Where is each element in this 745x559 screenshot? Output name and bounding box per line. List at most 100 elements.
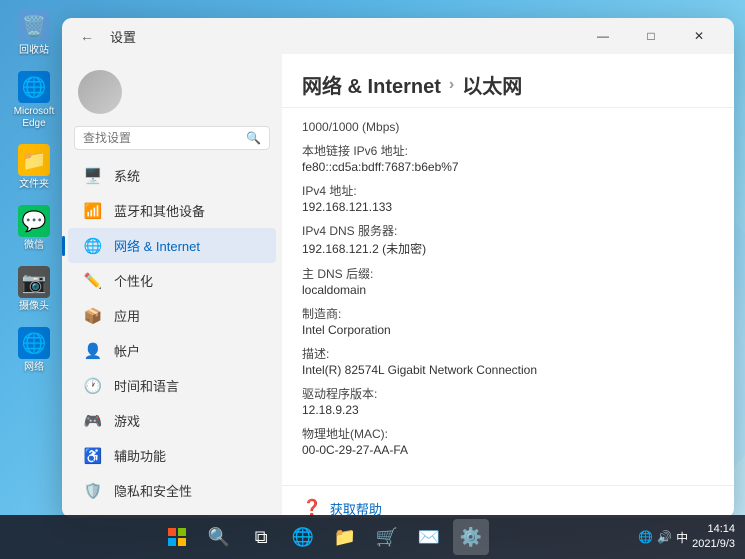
taskbar-right-area: 🌐 🔊 中 14:14 2021/9/3 — [638, 522, 735, 553]
taskbar-edge-button[interactable]: 🌐 — [285, 519, 321, 555]
taskbar-store-button[interactable]: 🛒 — [369, 519, 405, 555]
taskbar: 🔍 ⧉ 🌐 📁 🛒 ✉️ ⚙️ 🌐 🔊 中 14:14 2021/9/3 — [0, 515, 745, 559]
main-header: 网络 & Internet › 以太网 — [282, 54, 734, 108]
desktop-icon-label-files: 文件夹 — [19, 179, 49, 191]
network-icon: 🌐 — [84, 237, 102, 255]
taskbar-time-value: 14:14 — [692, 522, 735, 537]
close-button[interactable]: ✕ — [676, 22, 722, 50]
maximize-button[interactable]: □ — [628, 22, 674, 50]
avatar — [78, 70, 122, 114]
description-label: 描述: — [302, 345, 714, 362]
mac-label: 物理地址(MAC): — [302, 425, 714, 442]
driver-value: 12.18.9.23 — [302, 403, 714, 417]
sidebar: 🔍 🖥️ 系统 📶 蓝牙和其他设备 🌐 网络 & Internet ✏️ 个性化… — [62, 54, 282, 518]
apps-icon: 📦 — [84, 307, 102, 325]
desktop-icon-label-wechat: 微信 — [24, 240, 44, 252]
sidebar-item-bluetooth[interactable]: 📶 蓝牙和其他设备 — [68, 193, 276, 228]
help-link[interactable]: ❓ 获取帮助 — [282, 485, 734, 518]
mac-row: 物理地址(MAC): 00-0C-29-27-AA-FA — [302, 425, 714, 457]
manufacturer-row: 制造商: Intel Corporation — [302, 305, 714, 337]
speed-row: 1000/1000 (Mbps) — [302, 120, 714, 134]
back-button[interactable]: ← — [74, 26, 100, 46]
main-content: 网络 & Internet › 以太网 1000/1000 (Mbps) 本地链… — [282, 54, 734, 518]
sidebar-item-label-privacy: 隐私和安全性 — [114, 481, 192, 500]
breadcrumb-part1: 网络 & Internet — [302, 70, 441, 99]
window-title: 设置 — [110, 27, 580, 46]
sidebar-item-accounts[interactable]: 👤 帐户 — [68, 333, 276, 368]
sidebar-item-network[interactable]: 🌐 网络 & Internet — [68, 228, 276, 263]
sidebar-item-apps[interactable]: 📦 应用 — [68, 298, 276, 333]
speed-value: 1000/1000 (Mbps) — [302, 120, 714, 134]
settings-window: ← 设置 — □ ✕ 🔍 🖥️ 系统 📶 — [62, 18, 734, 518]
sidebar-item-label-system: 系统 — [114, 166, 140, 185]
ipv6-value: fe80::cd5a:bdff:7687:b6eb%7 — [302, 160, 714, 174]
breadcrumb-separator: › — [449, 76, 454, 94]
system-icon: 🖥️ — [84, 167, 102, 185]
ipv4-value: 192.168.121.133 — [302, 200, 714, 214]
desktop-icon-wechat[interactable]: 💬 微信 — [8, 205, 60, 252]
description-row: 描述: Intel(R) 82574L Gigabit Network Conn… — [302, 345, 714, 377]
desktop-icon-recycle-bin[interactable]: 🗑️ 回收站 — [8, 10, 60, 57]
privacy-icon: 🛡️ — [84, 482, 102, 500]
volume-tray-icon: 🔊 — [657, 530, 672, 544]
sidebar-user — [62, 62, 282, 126]
desktop-icon-network[interactable]: 🌐 网络 — [8, 327, 60, 374]
taskbar-mail-button[interactable]: ✉️ — [411, 519, 447, 555]
sidebar-item-label-accounts: 帐户 — [114, 341, 140, 360]
taskbar-fileexplorer-button[interactable]: 📁 — [327, 519, 363, 555]
time-icon: 🕐 — [84, 377, 102, 395]
taskbar-search-button[interactable]: 🔍 — [201, 519, 237, 555]
sidebar-item-label-accessibility: 辅助功能 — [114, 446, 166, 465]
taskbar-clock[interactable]: 14:14 2021/9/3 — [692, 522, 735, 553]
sidebar-item-label-gaming: 游戏 — [114, 411, 140, 430]
mac-value: 00-0C-29-27-AA-FA — [302, 443, 714, 457]
manufacturer-value: Intel Corporation — [302, 323, 714, 337]
content-area: 🔍 🖥️ 系统 📶 蓝牙和其他设备 🌐 网络 & Internet ✏️ 个性化… — [62, 54, 734, 518]
ipv4-label: IPv4 地址: — [302, 182, 714, 199]
sidebar-item-label-personalize: 个性化 — [114, 271, 153, 290]
ipv4-row: IPv4 地址: 192.168.121.133 — [302, 182, 714, 214]
dns-row: IPv4 DNS 服务器: 192.168.121.2 (未加密) — [302, 222, 714, 257]
sidebar-item-system[interactable]: 🖥️ 系统 — [68, 158, 276, 193]
info-section: 1000/1000 (Mbps) 本地链接 IPv6 地址: fe80::cd5… — [282, 108, 734, 477]
lang-indicator[interactable]: 中 — [676, 529, 688, 546]
search-input[interactable] — [83, 131, 246, 145]
desktop-icon-edge[interactable]: 🌐 Microsoft Edge — [8, 71, 60, 130]
sidebar-item-gaming[interactable]: 🎮 游戏 — [68, 403, 276, 438]
sidebar-item-accessibility[interactable]: ♿ 辅助功能 — [68, 438, 276, 473]
taskbar-start-area: 🔍 ⧉ 🌐 📁 🛒 ✉️ ⚙️ — [10, 519, 638, 555]
desktop-icon-file-manager[interactable]: 📁 文件夹 — [8, 144, 60, 191]
taskbar-settings-button[interactable]: ⚙️ — [453, 519, 489, 555]
breadcrumb: 网络 & Internet › 以太网 — [302, 70, 714, 99]
sidebar-item-label-time: 时间和语言 — [114, 376, 179, 395]
description-value: Intel(R) 82574L Gigabit Network Connecti… — [302, 363, 714, 377]
gaming-icon: 🎮 — [84, 412, 102, 430]
windows-logo-icon — [168, 528, 186, 546]
search-icon: 🔍 — [246, 131, 261, 145]
taskbar-date-value: 2021/9/3 — [692, 537, 735, 552]
accessibility-icon: ♿ — [84, 447, 102, 465]
systray: 🌐 🔊 中 — [638, 529, 688, 546]
sidebar-item-time[interactable]: 🕐 时间和语言 — [68, 368, 276, 403]
manufacturer-label: 制造商: — [302, 305, 714, 322]
desktop-icons: 🗑️ 回收站 🌐 Microsoft Edge 📁 文件夹 💬 微信 📷 摄像头… — [8, 10, 60, 374]
taskbar-start-button[interactable] — [159, 519, 195, 555]
breadcrumb-part2: 以太网 — [462, 70, 522, 99]
network-tray-icon: 🌐 — [638, 530, 653, 544]
taskbar-taskview-button[interactable]: ⧉ — [243, 519, 279, 555]
title-bar: ← 设置 — □ ✕ — [62, 18, 734, 54]
desktop-icon-label-camera: 摄像头 — [19, 301, 49, 313]
active-indicator — [62, 236, 65, 256]
avatar-image — [78, 70, 122, 114]
ipv6-label: 本地链接 IPv6 地址: — [302, 142, 714, 159]
driver-row: 驱动程序版本: 12.18.9.23 — [302, 385, 714, 417]
dns-suffix-value: localdomain — [302, 283, 714, 297]
bluetooth-icon: 📶 — [84, 202, 102, 220]
search-box[interactable]: 🔍 — [74, 126, 270, 150]
ipv6-row: 本地链接 IPv6 地址: fe80::cd5a:bdff:7687:b6eb%… — [302, 142, 714, 174]
dns-suffix-row: 主 DNS 后缀: localdomain — [302, 265, 714, 297]
sidebar-item-privacy[interactable]: 🛡️ 隐私和安全性 — [68, 473, 276, 508]
sidebar-item-personalize[interactable]: ✏️ 个性化 — [68, 263, 276, 298]
minimize-button[interactable]: — — [580, 22, 626, 50]
desktop-icon-camera[interactable]: 📷 摄像头 — [8, 266, 60, 313]
